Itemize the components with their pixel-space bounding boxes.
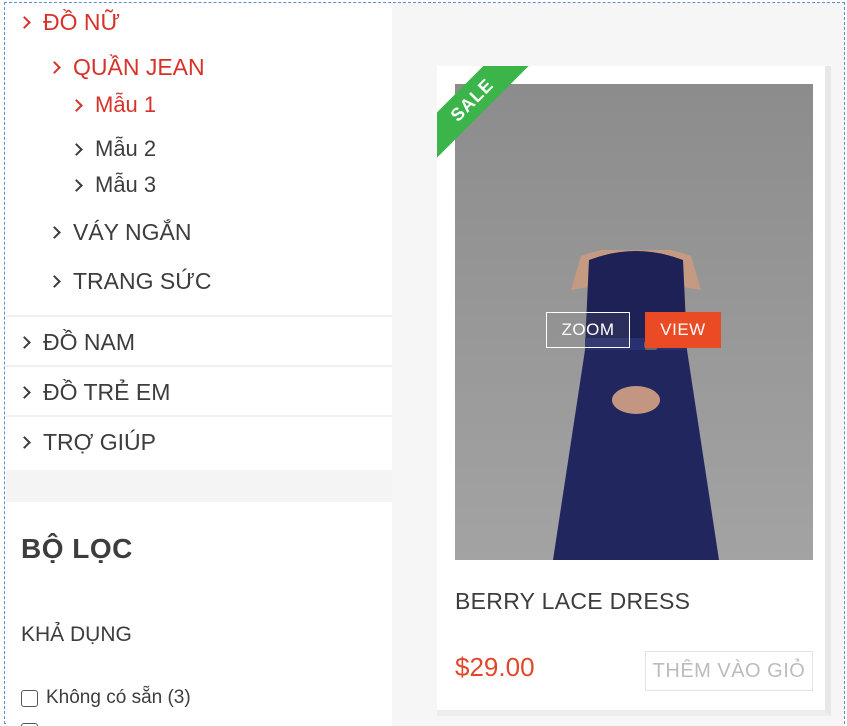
product-price: $29.00 bbox=[455, 652, 535, 682]
menu-item-label: TRANG SỨC bbox=[73, 268, 212, 294]
menu-item-quan-jean[interactable]: QUẦN JEAN bbox=[48, 54, 205, 81]
menu-item-mau-1[interactable]: Mẫu 1 bbox=[70, 92, 157, 118]
menu-item-do-tre-em[interactable]: ĐỒ TRẺ EM bbox=[18, 379, 171, 406]
chevron-right-icon bbox=[18, 16, 31, 29]
product-card: ZOOM VIEW SALE BERRY LACE DRESS $29.00 T… bbox=[437, 66, 831, 716]
filter-option-unavailable[interactable]: Không có sẵn (3) bbox=[21, 687, 191, 709]
menu-item-tro-giup[interactable]: TRỢ GIÚP bbox=[18, 429, 157, 456]
product-image[interactable]: ZOOM VIEW bbox=[455, 84, 813, 560]
availability-title: KHẢ DỤNG bbox=[21, 623, 132, 646]
divider bbox=[6, 365, 392, 367]
zoom-button[interactable]: ZOOM bbox=[546, 312, 630, 348]
menu-item-label: VÁY NGẮN bbox=[73, 219, 192, 245]
filter-title: BỘ LỌC bbox=[21, 533, 133, 564]
filter-option-label: Không có sẵn (3) bbox=[46, 687, 191, 708]
chevron-right-icon bbox=[48, 61, 61, 74]
product-grid: ZOOM VIEW SALE BERRY LACE DRESS $29.00 T… bbox=[392, 3, 844, 726]
chevron-right-icon bbox=[18, 386, 31, 399]
menu-item-vay-ngan[interactable]: VÁY NGẮN bbox=[48, 219, 192, 246]
menu-item-do-nu[interactable]: ĐỒ NỮ bbox=[18, 9, 121, 36]
chevron-right-icon bbox=[48, 226, 61, 239]
menu-item-trang-suc[interactable]: TRANG SỨC bbox=[48, 268, 212, 295]
dress-illustration bbox=[553, 250, 719, 560]
menu-item-label: Mẫu 1 bbox=[95, 92, 157, 117]
menu-item-label: Mẫu 3 bbox=[95, 172, 157, 197]
product-name[interactable]: BERRY LACE DRESS bbox=[455, 588, 690, 615]
checkbox[interactable] bbox=[21, 689, 38, 707]
menu-item-label: QUẦN JEAN bbox=[73, 54, 205, 80]
menu-item-label: ĐỒ TRẺ EM bbox=[43, 379, 171, 405]
menu-item-label: ĐỒ NAM bbox=[43, 329, 135, 355]
menu-item-do-nam[interactable]: ĐỒ NAM bbox=[18, 329, 135, 356]
menu-item-label: TRỢ GIÚP bbox=[43, 429, 157, 455]
menu-item-mau-3[interactable]: Mẫu 3 bbox=[70, 172, 157, 198]
divider bbox=[6, 415, 392, 417]
menu-item-mau-2[interactable]: Mẫu 2 bbox=[70, 136, 157, 162]
chevron-right-icon bbox=[18, 336, 31, 349]
chevron-right-icon bbox=[70, 98, 83, 112]
chevron-right-icon bbox=[18, 436, 31, 449]
chevron-right-icon bbox=[70, 178, 83, 192]
divider bbox=[6, 315, 392, 317]
chevron-right-icon bbox=[70, 142, 83, 156]
chevron-right-icon bbox=[48, 275, 61, 288]
menu-item-label: Mẫu 2 bbox=[95, 136, 157, 161]
section-separator bbox=[6, 470, 392, 502]
sidebar: ĐỒ NỮ QUẦN JEAN Mẫu 1 Mẫu 2 Mẫu 3 VÁY NG… bbox=[6, 3, 392, 726]
add-to-cart-button[interactable]: THÊM VÀO GIỎ bbox=[645, 651, 813, 691]
menu-item-label: ĐỒ NỮ bbox=[43, 9, 121, 35]
view-button[interactable]: VIEW bbox=[645, 312, 721, 348]
